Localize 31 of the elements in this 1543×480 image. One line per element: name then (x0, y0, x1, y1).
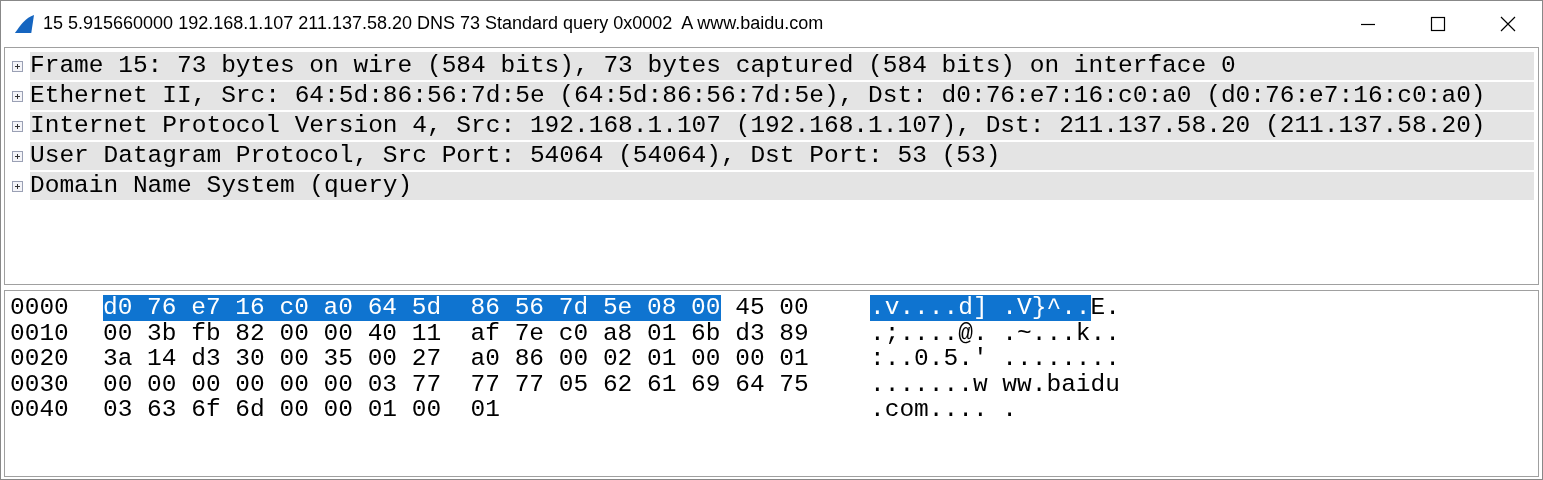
hex-bytes: 00 3b fb 82 00 00 40 11 af 7e c0 a8 01 6b d3 89 (103, 320, 809, 346)
tree-item[interactable]: Domain Name System (query) (30, 172, 1534, 200)
expand-icon[interactable] (12, 90, 23, 102)
expand-icon[interactable] (12, 180, 23, 192)
ascii-text: E. (1090, 295, 1120, 321)
tree-item[interactable]: Ethernet II, Src: 64:5d:86:56:7d:5e (64:5d:86:56:7d:5e), Dst: d0:76:e7:16:c0:a0 (d0:76:e7:16:c0:a0) (30, 82, 1534, 110)
ascii-text: .......w ww.baidu (870, 371, 1120, 397)
hex-bytes: 3a 14 d3 30 00 35 00 27 a0 86 00 02 01 00 00 01 (103, 346, 809, 372)
hex-bytes: 03 63 6f 6d 00 00 01 00 01 (103, 397, 500, 423)
maximize-icon[interactable] (1430, 15, 1446, 32)
ascii-text: .com.... . (870, 397, 1018, 423)
hex-bytes: 00 00 00 00 00 00 03 77 77 77 05 62 61 69 64 75 (103, 371, 809, 397)
offset-label: 0020 (10, 346, 70, 372)
tree-item[interactable]: User Datagram Protocol, Src Port: 54064 (54064), Dst Port: 53 (53) (30, 142, 1534, 170)
hex-bytes: 45 00 (734, 295, 809, 321)
offset-label: 0040 (10, 397, 70, 423)
hex-bytes: d0 76 e7 16 c0 a0 64 5d 86 56 7d 5e 08 00 (103, 295, 721, 321)
close-icon[interactable] (1500, 15, 1516, 32)
offset-label: 0000 (10, 295, 70, 321)
fin-icon (13, 13, 35, 34)
expand-icon[interactable] (12, 60, 23, 72)
ascii-text: .v....d] .V}^.. (870, 295, 1091, 321)
expand-icon[interactable] (12, 120, 23, 132)
ascii-text: .;....@. .~...k.. (870, 320, 1120, 346)
expand-icon[interactable] (12, 150, 23, 162)
offset-label: 0030 (10, 371, 70, 397)
ascii-text: :..0.5.' ........ (870, 346, 1120, 372)
window-title: 15 5.915660000 192.168.1.107 211.137.58.20 DNS 73 Standard query 0x0002 A www.baidu.com (43, 13, 824, 34)
offset-label: 0010 (10, 320, 70, 346)
tree-item[interactable]: Frame 15: 73 bytes on wire (584 bits), 73 bytes captured (584 bits) on interface 0 (30, 52, 1534, 80)
tree-item[interactable]: Internet Protocol Version 4, Src: 192.168.1.107 (192.168.1.107), Dst: 211.137.58.20 (211.137.58.20) (30, 112, 1534, 140)
